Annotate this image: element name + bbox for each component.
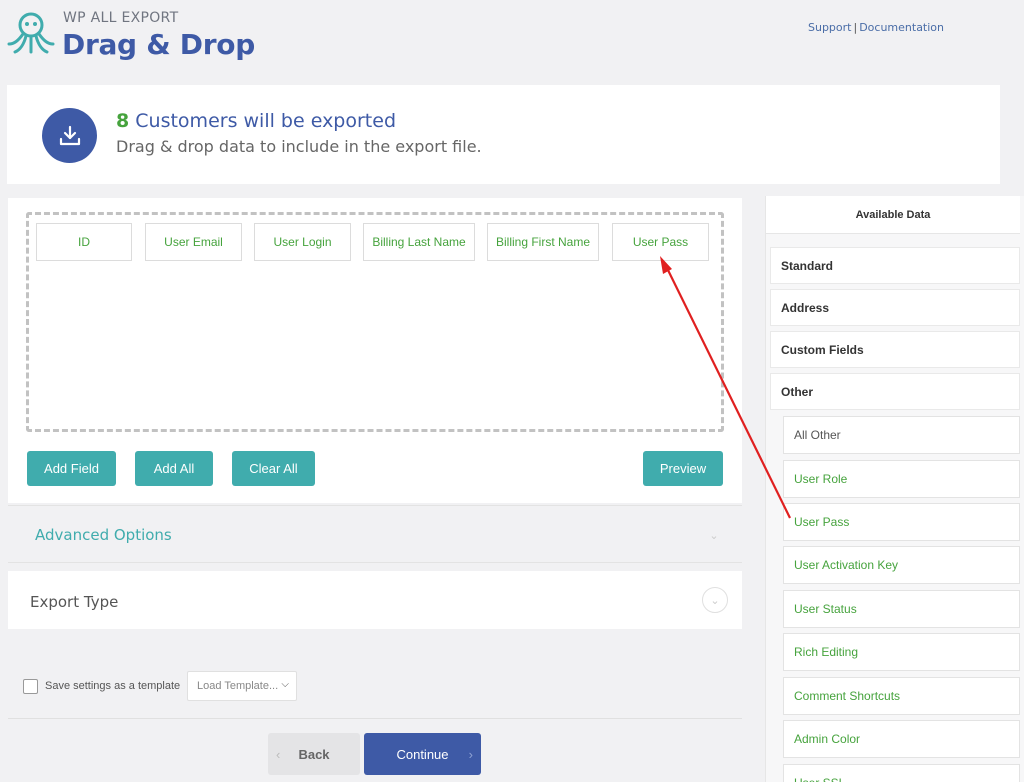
- export-type-section[interactable]: Export Type ⌄: [8, 571, 742, 629]
- chevron-down-icon[interactable]: ⌄: [701, 522, 727, 548]
- brand-subtitle: WP ALL EXPORT: [63, 10, 179, 26]
- drop-zone[interactable]: ID User Email User Login Billing Last Na…: [26, 212, 724, 432]
- preview-button[interactable]: Preview: [643, 451, 723, 486]
- back-button-label: Back: [298, 746, 330, 762]
- save-template-label: Save settings as a template: [45, 680, 181, 692]
- sidebar-section-address[interactable]: Address: [770, 289, 1020, 326]
- save-template-checkbox[interactable]: [23, 679, 38, 694]
- field-chip-user-login[interactable]: User Login: [254, 223, 351, 261]
- available-data-sidebar: Available Data Standard Address Custom F…: [765, 196, 1024, 782]
- download-icon: [42, 108, 97, 163]
- sidebar-item-admin-color[interactable]: Admin Color: [783, 720, 1020, 758]
- sidebar-section-standard[interactable]: Standard: [770, 247, 1020, 284]
- field-chip-id[interactable]: ID: [36, 223, 132, 261]
- export-type-label: Export Type: [30, 593, 119, 611]
- sidebar-section-custom-fields[interactable]: Custom Fields: [770, 331, 1020, 368]
- export-fields-panel: ID User Email User Login Billing Last Na…: [8, 198, 742, 503]
- field-chip-billing-last-name[interactable]: Billing Last Name: [363, 223, 475, 261]
- documentation-link[interactable]: Documentation: [859, 21, 944, 34]
- advanced-options-label: Advanced Options: [35, 526, 172, 544]
- sidebar-item-all-other[interactable]: All Other: [783, 416, 1020, 454]
- sidebar-item-user-role[interactable]: User Role: [783, 460, 1020, 498]
- sidebar-item-rich-editing[interactable]: Rich Editing: [783, 633, 1020, 671]
- continue-button[interactable]: Continue ›: [364, 733, 481, 775]
- support-link[interactable]: Support: [808, 21, 851, 34]
- add-all-button[interactable]: Add All: [135, 451, 213, 486]
- export-count: 8: [116, 110, 130, 132]
- advanced-options-section[interactable]: Advanced Options ⌄: [8, 505, 742, 563]
- export-count-label: Customers will be exported: [129, 110, 397, 132]
- field-chip-user-email[interactable]: User Email: [145, 223, 242, 261]
- field-chip-billing-first-name[interactable]: Billing First Name: [487, 223, 599, 261]
- clear-all-button[interactable]: Clear All: [232, 451, 315, 486]
- page-title: Drag & Drop: [62, 28, 255, 61]
- sidebar-section-other[interactable]: Other: [770, 373, 1020, 410]
- chevron-down-icon: ⌵: [281, 679, 289, 690]
- top-links: Support | Documentation: [808, 21, 944, 34]
- available-data-title: Available Data: [766, 196, 1020, 234]
- add-field-button[interactable]: Add Field: [27, 451, 116, 486]
- chevron-right-icon: ›: [468, 746, 473, 762]
- sidebar-item-user-activation-key[interactable]: User Activation Key: [783, 546, 1020, 584]
- sidebar-item-user-ssl[interactable]: User SSL: [783, 764, 1020, 782]
- octopus-logo-icon: [7, 12, 55, 54]
- divider: [8, 718, 742, 719]
- continue-button-label: Continue: [396, 746, 449, 762]
- sidebar-item-user-status[interactable]: User Status: [783, 590, 1020, 628]
- export-summary-box: 8 Customers will be exported Drag & drop…: [7, 85, 1000, 184]
- chevron-down-icon[interactable]: ⌄: [702, 587, 728, 613]
- load-template-select[interactable]: Load Template... ⌵: [187, 671, 297, 701]
- load-template-value: Load Template...: [197, 680, 279, 692]
- field-chip-user-pass[interactable]: User Pass: [612, 223, 709, 261]
- export-count-heading: 8 Customers will be exported: [116, 110, 396, 132]
- back-button[interactable]: ‹ Back: [268, 733, 360, 775]
- chevron-left-icon: ‹: [276, 746, 281, 762]
- sidebar-item-comment-shortcuts[interactable]: Comment Shortcuts: [783, 677, 1020, 715]
- sidebar-item-user-pass[interactable]: User Pass: [783, 503, 1020, 541]
- export-instructions: Drag & drop data to include in the expor…: [116, 137, 482, 156]
